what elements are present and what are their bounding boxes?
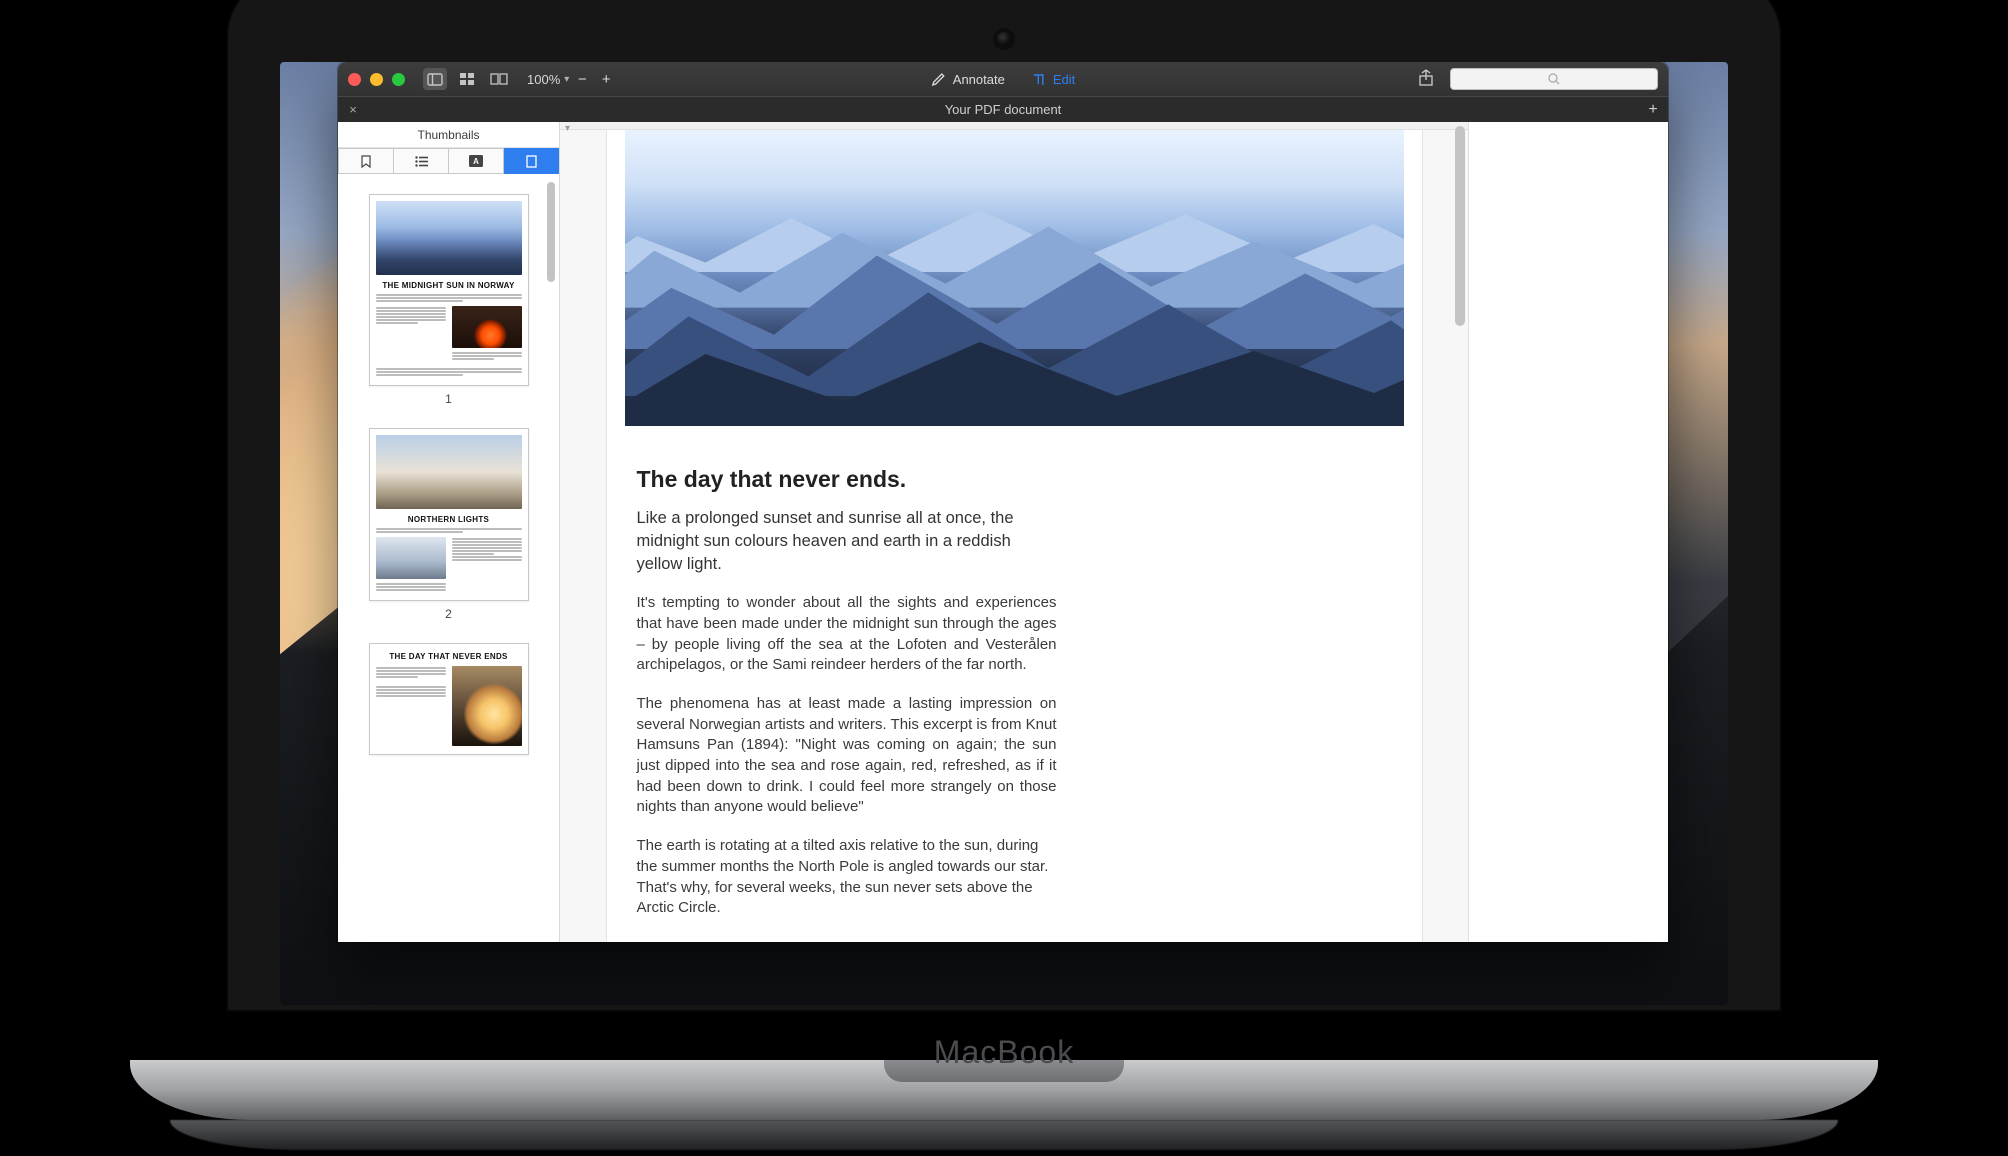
bookmark-icon — [361, 155, 371, 168]
annotation-icon: A — [469, 155, 483, 167]
zoom-value[interactable]: 100% — [525, 72, 562, 87]
article-heading: The day that never ends. — [637, 466, 1057, 493]
svg-text:A: A — [473, 157, 479, 166]
search-field[interactable] — [1450, 68, 1658, 90]
text-edit-icon — [1031, 72, 1046, 87]
thumbnail-page-3[interactable]: THE DAY THAT NEVER ENDS — [369, 643, 529, 755]
article-paragraph: The phenomena has at least made a lastin… — [637, 694, 1057, 818]
share-icon — [1418, 69, 1434, 87]
ruler-marker-icon: ▾ — [565, 123, 570, 134]
article-paragraph: The earth is rotating at a tilted axis r… — [637, 836, 1057, 919]
app-body: Thumbnails A — [338, 122, 1668, 942]
article-body: The day that never ends. Like a prolonge… — [607, 426, 1087, 942]
view-spread-button[interactable] — [487, 68, 511, 90]
article-paragraph: It's tempting to wonder about all the si… — [637, 593, 1057, 676]
screen-bezel: 100% ▾ − + Annotate Edit — [228, 0, 1780, 1010]
annotate-label: Annotate — [953, 72, 1005, 87]
thumb-heading: NORTHERN LIGHTS — [376, 515, 522, 525]
thumbnail-page-2[interactable]: NORTHERN LIGHTS — [369, 428, 529, 601]
tab-title[interactable]: Your PDF document — [368, 102, 1638, 117]
thumbnail-page-1[interactable]: THE MIDNIGHT SUN IN NORWAY — [369, 194, 529, 386]
desktop-wallpaper: 100% ▾ − + Annotate Edit — [280, 62, 1728, 1005]
main-area: ▾ The day that never ends. Like a prolon… — [560, 122, 1668, 942]
window-controls — [348, 73, 405, 86]
sidebar: Thumbnails A — [338, 122, 560, 942]
inspector-panel — [1468, 122, 1668, 942]
fullscreen-window-button[interactable] — [392, 73, 405, 86]
camera-dot — [997, 32, 1011, 46]
document-page[interactable]: The day that never ends. Like a prolonge… — [607, 130, 1422, 942]
sidebar-mode-annotations[interactable]: A — [449, 148, 504, 174]
grid-icon — [460, 73, 474, 86]
toolbar-center: Annotate Edit — [931, 72, 1075, 87]
thumb-inline-image — [452, 666, 522, 746]
thumb-image — [376, 435, 522, 509]
new-tab-button[interactable]: + — [1638, 101, 1668, 119]
tab-bar: × Your PDF document + — [338, 96, 1668, 122]
document-scrollbar[interactable] — [1455, 126, 1465, 326]
document-viewport[interactable]: ▾ The day that never ends. Like a prolon… — [560, 122, 1468, 942]
laptop-foot-shadow — [170, 1120, 1838, 1150]
pencil-icon — [931, 72, 946, 87]
chevron-down-icon[interactable]: ▾ — [564, 74, 569, 85]
thumb-inline-image — [452, 306, 522, 348]
device-label: MacBook — [934, 1034, 1074, 1071]
sidebar-title: Thumbnails — [338, 122, 559, 148]
thumbnails-list[interactable]: THE MIDNIGHT SUN IN NORWAY 1 — [338, 174, 559, 942]
search-icon — [1548, 73, 1560, 85]
thumb-number: 2 — [356, 607, 541, 621]
list-icon — [415, 156, 428, 167]
toolbar: 100% ▾ − + Annotate Edit — [338, 62, 1668, 96]
sidebar-mode-thumbnails[interactable] — [504, 148, 559, 174]
edit-button[interactable]: Edit — [1031, 72, 1075, 87]
zoom-out-button[interactable]: − — [571, 71, 593, 88]
zoom-control: 100% ▾ − + — [525, 71, 617, 88]
sidebar-scrollbar[interactable] — [547, 182, 555, 282]
ruler: ▾ — [560, 122, 1468, 130]
view-grid-button[interactable] — [455, 68, 479, 90]
thumb-image — [376, 201, 522, 275]
spread-icon — [490, 73, 508, 85]
annotate-button[interactable]: Annotate — [931, 72, 1005, 87]
thumb-inline-image — [376, 537, 446, 579]
page-hero-image — [625, 130, 1404, 426]
article-lead: Like a prolonged sunset and sunrise all … — [637, 507, 1057, 575]
share-button[interactable] — [1418, 69, 1438, 90]
thumb-heading: THE DAY THAT NEVER ENDS — [376, 652, 522, 662]
edit-label: Edit — [1053, 72, 1075, 87]
thumb-number: 1 — [356, 392, 541, 406]
close-window-button[interactable] — [348, 73, 361, 86]
page-icon — [526, 155, 537, 168]
thumb-heading: THE MIDNIGHT SUN IN NORWAY — [376, 281, 522, 291]
sidebar-mode-bookmarks[interactable] — [338, 148, 394, 174]
zoom-in-button[interactable]: + — [595, 71, 617, 88]
sidebar-mode-outline[interactable] — [394, 148, 449, 174]
tab-close-button[interactable]: × — [338, 102, 368, 117]
pdf-app-window: 100% ▾ − + Annotate Edit — [338, 62, 1668, 942]
sidebar-icon — [427, 73, 443, 86]
sidebar-mode-segmented: A — [338, 148, 559, 174]
laptop-mockup: 100% ▾ − + Annotate Edit — [130, 0, 1878, 1156]
toolbar-right — [1418, 68, 1658, 90]
sidebar-toggle-button[interactable] — [423, 68, 447, 90]
minimize-window-button[interactable] — [370, 73, 383, 86]
